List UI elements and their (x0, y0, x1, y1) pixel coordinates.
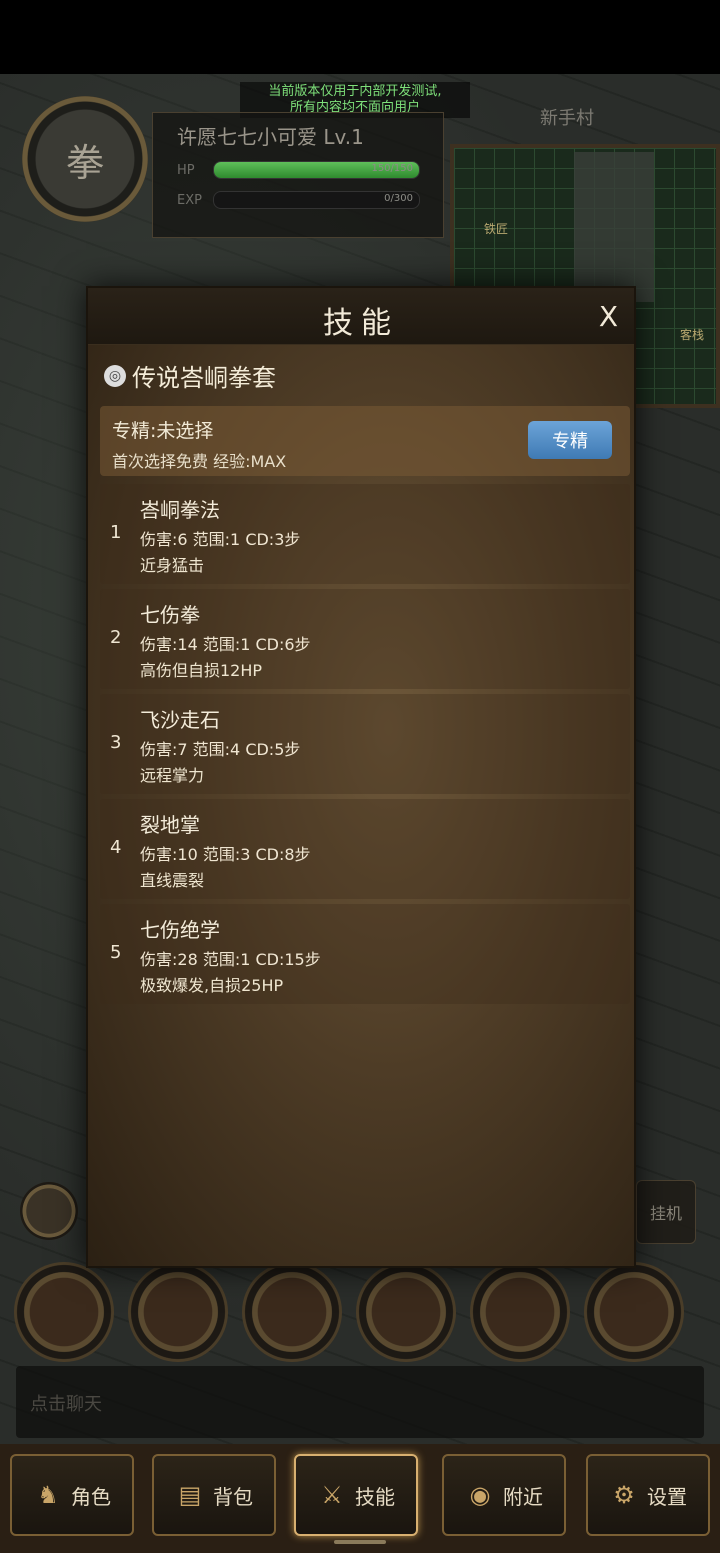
avatar-glyph: 拳 (65, 140, 104, 185)
skill-slot-3[interactable] (242, 1262, 342, 1362)
skill-row[interactable]: 4 裂地掌 伤害:10 范围:3 CD:8步 直线震裂 (100, 799, 630, 899)
auto-battle-button[interactable]: 挂机 (636, 1180, 696, 1244)
skill-name: 峇峒拳法 (140, 498, 220, 522)
specialize-button[interactable]: 专精 (528, 421, 612, 459)
bag-icon: ▤ (178, 1481, 202, 1509)
skill-index: 3 (110, 732, 122, 753)
home-indicator (334, 1540, 386, 1544)
skill-desc: 高伤但自损12HP (140, 661, 263, 680)
specialization-info: 首次选择免费 经验:MAX (112, 452, 287, 471)
skill-slot-1[interactable] (14, 1262, 114, 1362)
chat-placeholder: 点击聊天 (30, 1394, 102, 1415)
nav-bag-button[interactable]: ▤ 背包 (152, 1454, 276, 1536)
nav-skill-button[interactable]: ⚔ 技能 (294, 1454, 418, 1536)
player-name-line: 许愿七七小可爱 Lv.1 (177, 121, 364, 150)
weapon-name: 传说峇峒拳套 (132, 364, 276, 392)
bottom-nav: ♞ 角色 ▤ 背包 ⚔ 技能 ◉ 附近 ⚙ 设置 (0, 1444, 720, 1553)
nav-label: 技能 (355, 1484, 395, 1509)
skill-name: 飞沙走石 (140, 708, 220, 732)
nearby-icon: ◉ (469, 1481, 491, 1509)
skill-icon: ⚔ (321, 1481, 343, 1509)
weapon-icon: ◎ (104, 364, 126, 387)
nav-label: 背包 (213, 1484, 253, 1509)
nav-nearby-button[interactable]: ◉ 附近 (442, 1454, 566, 1536)
nav-label: 附近 (503, 1484, 543, 1509)
skill-desc: 远程掌力 (140, 766, 205, 785)
skill-desc: 直线震裂 (140, 871, 205, 890)
skill-index: 2 (110, 627, 122, 648)
skill-row[interactable]: 3 飞沙走石 伤害:7 范围:4 CD:5步 远程掌力 (100, 694, 630, 794)
skill-desc: 极致爆发,自损25HP (140, 976, 284, 995)
exp-bar: 0/300 (213, 191, 420, 209)
skill-index: 1 (110, 522, 122, 543)
skill-desc: 近身猛击 (140, 556, 205, 575)
skill-stats: 伤害:10 范围:3 CD:8步 (140, 845, 311, 864)
player-panel: 许愿七七小可爱 Lv.1 HP 150/150 EXP 0/300 (152, 112, 444, 238)
modal-header: 技能 X (88, 288, 634, 345)
minimap-road (574, 152, 654, 302)
skill-name: 七伤绝学 (140, 918, 220, 942)
skill-name: 七伤拳 (140, 603, 200, 627)
exp-value: 0/300 (384, 193, 413, 204)
specialization-status: 专精:未选择 (112, 420, 214, 442)
nav-label: 设置 (647, 1484, 687, 1509)
player-name: 许愿七七小可爱 (177, 125, 317, 149)
dev-notice-line1: 当前版本仅用于内部开发测试, (268, 84, 442, 99)
hp-label: HP (177, 163, 195, 178)
skill-stats: 伤害:6 范围:1 CD:3步 (140, 530, 301, 549)
exp-label: EXP (177, 193, 202, 208)
skill-slot-5[interactable] (470, 1262, 570, 1362)
skill-list: 1 峇峒拳法 伤害:6 范围:1 CD:3步 近身猛击 2 七伤拳 伤害:14 … (100, 484, 630, 1009)
status-bar (0, 0, 720, 74)
minimap-label-smith: 铁匠 (484, 222, 509, 236)
specialization-box: 专精:未选择 首次选择免费 经验:MAX 专精 (100, 406, 630, 476)
chat-input[interactable]: 点击聊天 (16, 1366, 704, 1438)
gear-icon: ⚙ (613, 1481, 635, 1509)
skill-slot-6[interactable] (584, 1262, 684, 1362)
character-icon: ♞ (37, 1481, 59, 1509)
skill-slot-2[interactable] (128, 1262, 228, 1362)
skill-index: 4 (110, 837, 122, 858)
skill-stats: 伤害:7 范围:4 CD:5步 (140, 740, 301, 759)
hp-bar: 150/150 (213, 161, 420, 179)
player-level: Lv.1 (323, 125, 364, 149)
map-title: 新手村 (540, 108, 594, 129)
skill-name: 裂地掌 (140, 813, 200, 837)
skill-row[interactable]: 1 峇峒拳法 伤害:6 范围:1 CD:3步 近身猛击 (100, 484, 630, 584)
close-button[interactable]: X (599, 300, 618, 333)
nav-character-button[interactable]: ♞ 角色 (10, 1454, 134, 1536)
skills-modal: 技能 X ◎ 传说峇峒拳套 专精:未选择 首次选择免费 经验:MAX 专精 1 … (86, 286, 636, 1268)
nav-settings-button[interactable]: ⚙ 设置 (586, 1454, 710, 1536)
quick-skill-orb[interactable] (20, 1182, 78, 1240)
skill-row[interactable]: 5 七伤绝学 伤害:28 范围:1 CD:15步 极致爆发,自损25HP (100, 904, 630, 1004)
player-avatar[interactable]: 拳 (22, 96, 148, 222)
skill-stats: 伤害:14 范围:1 CD:6步 (140, 635, 311, 654)
skill-row[interactable]: 2 七伤拳 伤害:14 范围:1 CD:6步 高伤但自损12HP (100, 589, 630, 689)
skill-index: 5 (110, 942, 122, 963)
minimap-label-inn: 客栈 (679, 328, 704, 342)
nav-label: 角色 (71, 1484, 111, 1509)
weapon-section-title: ◎ 传说峇峒拳套 (104, 358, 276, 393)
skill-stats: 伤害:28 范围:1 CD:15步 (140, 950, 321, 969)
hp-value: 150/150 (371, 163, 413, 174)
modal-title: 技能 (323, 306, 399, 341)
skill-slot-4[interactable] (356, 1262, 456, 1362)
